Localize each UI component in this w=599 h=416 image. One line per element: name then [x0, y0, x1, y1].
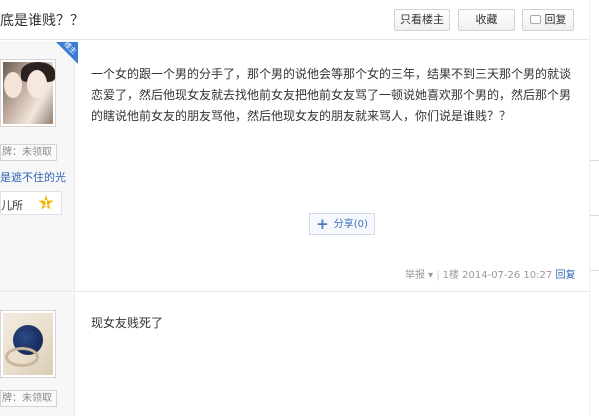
reply-bubble-icon: [529, 15, 541, 24]
user-name-link[interactable]: 是遮不住的光: [0, 169, 66, 185]
thread-title: 底是谁贱？？: [0, 13, 84, 29]
post-meta: 举报 ▾ | 1楼 2014-07-26 10:27 回复: [405, 270, 576, 281]
post-time: 2014-07-26 10:27: [462, 270, 553, 281]
post-floor-2: 牌：未领取 现女友贱死了: [0, 293, 589, 416]
post-content: 现女友贱死了: [91, 316, 164, 330]
post-floor-1: 牌：未领取 是遮不住的光 儿所 1 楼主 一个女的跟一个男的分手了，那个男的说他…: [0, 41, 589, 292]
level-star-icon: 1: [38, 195, 54, 210]
page-right-edge: [589, 0, 599, 416]
author-sidebar: 牌：未领取 是遮不住的光 儿所 1: [0, 41, 75, 291]
thread-page: 底是谁贱？？ 只看楼主 收藏 回复 牌：未领取 是遮不住的光 儿所 1 楼主 一…: [0, 0, 599, 416]
member-badge: 牌：未领取: [0, 390, 57, 407]
favorite-button[interactable]: 收藏: [458, 9, 515, 31]
share-label: 分享(0): [333, 219, 368, 230]
user-level-badge[interactable]: 儿所 1: [0, 191, 62, 215]
reply-button-label: 回复: [544, 13, 567, 26]
only-op-button[interactable]: 只看楼主: [394, 9, 450, 31]
thread-header: 底是谁贱？？ 只看楼主 收藏 回复: [0, 0, 589, 40]
author-sidebar: 牌：未领取: [0, 293, 75, 416]
avatar[interactable]: [0, 59, 56, 127]
dropdown-caret-icon: ▾: [425, 270, 434, 281]
report-link[interactable]: 举报 ▾: [405, 270, 433, 281]
plus-icon: +: [316, 215, 329, 233]
floor-number: 1楼: [442, 270, 459, 281]
reply-link[interactable]: 回复: [555, 270, 575, 281]
report-label: 举报: [405, 270, 425, 281]
avatar[interactable]: [0, 310, 56, 378]
level-name: 儿所: [1, 199, 23, 212]
member-badge: 牌：未领取: [0, 144, 57, 161]
reply-button[interactable]: 回复: [522, 9, 574, 31]
share-button[interactable]: + 分享(0): [309, 213, 375, 235]
post-content: 一个女的跟一个男的分手了，那个男的说他会等那个女的三年，结果不到三天那个男的就谈…: [91, 67, 572, 123]
